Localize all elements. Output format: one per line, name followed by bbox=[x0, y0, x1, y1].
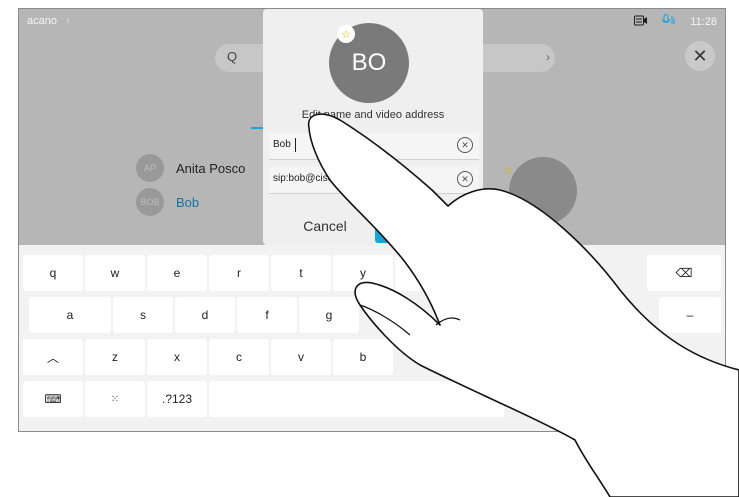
space-key[interactable] bbox=[209, 381, 504, 417]
device-screen: acano › 11:28 Q › ✕ AP Anita Posco BOB B… bbox=[18, 8, 726, 432]
name-field-value: Bob bbox=[273, 139, 291, 150]
keypad-icon: ⁙ bbox=[110, 393, 120, 405]
key-s[interactable]: s bbox=[113, 297, 173, 333]
key-dash[interactable]: – bbox=[659, 297, 721, 333]
enter-key[interactable] bbox=[647, 381, 721, 417]
key-r[interactable]: r bbox=[209, 255, 269, 291]
edit-contact-dialog: BO ☆ Edit name and video address Bob ✕ s… bbox=[263, 9, 483, 245]
hide-keyboard-key[interactable]: ⌨ bbox=[23, 381, 83, 417]
key-x[interactable]: x bbox=[147, 339, 207, 375]
shift-icon: ︿ bbox=[46, 350, 59, 365]
close-icon: ✕ bbox=[692, 45, 708, 66]
key-u[interactable]: u bbox=[395, 255, 455, 291]
camera-icon[interactable] bbox=[634, 15, 648, 29]
chevron-right-icon: › bbox=[546, 50, 550, 64]
key-g[interactable]: g bbox=[299, 297, 359, 333]
keypad-key[interactable]: ⁙ bbox=[85, 381, 145, 417]
key-w[interactable]: w bbox=[85, 255, 145, 291]
avatar: BOB bbox=[136, 188, 164, 216]
key-z[interactable]: z bbox=[85, 339, 145, 375]
key-y[interactable]: y bbox=[333, 255, 393, 291]
breadcrumb-label: acano bbox=[27, 15, 57, 27]
key-t[interactable]: t bbox=[271, 255, 331, 291]
star-icon: ☆ bbox=[503, 163, 514, 177]
key-q[interactable]: q bbox=[23, 255, 83, 291]
key-c[interactable]: c bbox=[209, 339, 269, 375]
backspace-key[interactable]: ⌫ bbox=[647, 255, 721, 291]
video-address-value: sip:bob@cisco.com bbox=[273, 173, 360, 184]
clear-icon[interactable]: ✕ bbox=[457, 137, 473, 153]
dialog-title: Edit name and video address bbox=[301, 109, 445, 121]
video-address-field[interactable]: sip:bob@cisco.com ✕ bbox=[269, 167, 479, 194]
breadcrumb[interactable]: acano › bbox=[27, 15, 70, 27]
status-indicators: 11:28 bbox=[634, 14, 717, 29]
avatar bbox=[509, 157, 577, 225]
chevron-right-icon: › bbox=[66, 15, 70, 27]
mic-icon[interactable] bbox=[662, 14, 676, 29]
contact-name: Bob bbox=[176, 194, 200, 210]
clock-time: 11:28 bbox=[690, 15, 717, 28]
search-icon: Q bbox=[227, 49, 238, 64]
key-e[interactable]: e bbox=[147, 255, 207, 291]
key-a[interactable]: a bbox=[29, 297, 111, 333]
key-b[interactable]: b bbox=[333, 339, 393, 375]
backspace-icon: ⌫ bbox=[675, 266, 693, 280]
numbers-key[interactable]: .?123 bbox=[147, 381, 207, 417]
cancel-button[interactable]: Cancel bbox=[275, 209, 375, 243]
keyboard-hide-icon: ⌨ bbox=[44, 392, 62, 406]
star-icon: ☆ bbox=[337, 25, 355, 43]
close-button[interactable]: ✕ bbox=[685, 41, 715, 71]
text-cursor bbox=[295, 138, 296, 152]
save-button[interactable] bbox=[375, 209, 477, 243]
key-d[interactable]: d bbox=[175, 297, 235, 333]
on-screen-keyboard: q w e r t y u ⌫ a s d f g – ︿ z x c v b … bbox=[19, 245, 725, 431]
clear-icon[interactable]: ✕ bbox=[457, 171, 473, 187]
avatar: AP bbox=[136, 154, 164, 182]
name-field[interactable]: Bob ✕ bbox=[269, 133, 479, 160]
key-v[interactable]: v bbox=[271, 339, 331, 375]
key-f[interactable]: f bbox=[237, 297, 297, 333]
shift-key[interactable]: ︿ bbox=[23, 339, 83, 375]
contact-name: Anita Posco bbox=[176, 160, 246, 176]
